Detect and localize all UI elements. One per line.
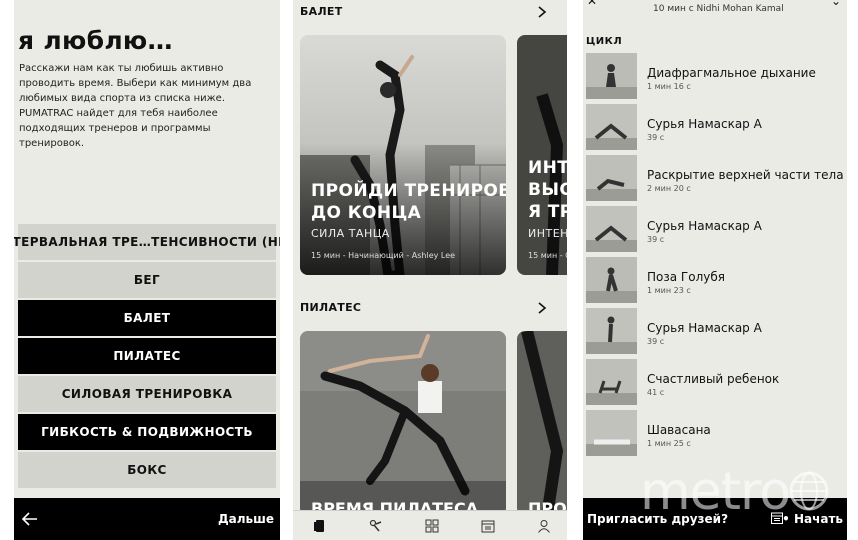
bottom-bar: Дальше [14,498,280,540]
list-item[interactable]: Сурья Намаскар А 39 с [586,308,847,359]
card-title-line: ДО КОНЦА [311,203,422,223]
exercise-thumbnail [586,104,637,150]
sport-option-hiit[interactable]: ИНТЕРВАЛЬНАЯ ТРЕ…ТЕНСИВНОСТИ (HIIT) [14,224,280,260]
section-heading: ЦИКЛ [586,36,623,47]
card-title: ИНТ ВЫС Я ТР [528,157,567,223]
pilates-photo-partial [517,331,567,516]
card-title-line: Я ТР [528,202,567,222]
card-meta: 15 мин - Начинающий - Ashley Lee [311,251,456,260]
chevron-right-icon[interactable] [537,302,547,314]
sport-option-label: ИНТЕРВАЛЬНАЯ ТРЕ…ТЕНСИВНОСТИ (HIIT) [14,235,280,249]
list-item[interactable]: Диафрагмальное дыхание 1 мин 16 с [586,53,847,104]
exercise-duration: 2 мин 20 с [647,184,691,193]
cards-icon[interactable] [313,519,327,533]
list-item[interactable]: Сурья Намаскар А 39 с [586,104,847,155]
list-item[interactable]: Сурья Намаскар А 39 с [586,206,847,257]
exercise-thumbnail [586,308,637,354]
exercise-duration: 1 мин 16 с [647,82,691,91]
exercise-name: Поза Голубя [647,270,725,284]
calendar-icon[interactable] [481,519,495,533]
screen-workout-detail: ✕ 10 мин с Nidhi Mohan Kamal ⌄ ЦИКЛ Диаф… [583,0,847,540]
exercise-name: Шавасана [647,423,711,437]
card-subtitle: ИНТЕН [528,227,567,240]
start-button[interactable]: • Начать [782,512,843,526]
list-item[interactable]: Счастливый ребенок 41 с [586,359,847,410]
workout-subtitle: 10 мин с Nidhi Mohan Kamal [653,4,784,14]
workout-card[interactable]: ВРЕМЯ ПИЛАТЕСА [300,331,506,516]
next-button[interactable]: Дальше [218,512,274,526]
exercise-duration: 1 мин 25 с [647,439,691,448]
globe-icon [789,471,829,511]
sport-option-boxing[interactable]: БОКС [18,452,276,488]
exercise-thumbnail [586,155,637,201]
sport-option-label: СИЛОВАЯ ТРЕНИРОВКА [61,387,233,401]
sport-option-label: БЕГ [133,273,161,287]
close-icon[interactable]: ✕ [587,0,597,8]
top-bar: ✕ 10 мин с Nidhi Mohan Kamal ⌄ [583,0,847,20]
profile-icon[interactable] [537,519,551,533]
sport-option-strength[interactable]: СИЛОВАЯ ТРЕНИРОВКА [18,376,276,412]
list-item[interactable]: Шавасана 1 мин 25 с [586,410,847,461]
exercise-duration: 1 мин 23 с [647,286,691,295]
workout-card[interactable]: ПРОФ [517,331,567,516]
tab-bar [293,510,567,540]
exercise-duration: 39 с [647,235,665,244]
screen-sport-selection: я люблю… Расскажи нам как ты любишь акти… [14,0,280,540]
exercise-list: Диафрагмальное дыхание 1 мин 16 с Сурья … [586,53,847,461]
sport-list: ИНТЕРВАЛЬНАЯ ТРЕ…ТЕНСИВНОСТИ (HIIT) БЕГ … [14,224,280,490]
card-title-line: ВЫС [528,180,567,200]
sport-option-label: БАЛЕТ [123,311,171,325]
pilates-jump-photo [300,331,506,516]
exercise-thumbnail [586,53,637,99]
card-meta: 15 мин - С [528,251,567,260]
metro-watermark: metro [640,462,791,522]
sport-option-label: БОКС [127,463,167,477]
chevron-right-icon[interactable] [537,6,547,18]
sport-option-label: ПИЛАТЕС [113,349,181,363]
sport-option-flexibility[interactable]: ГИБКОСТЬ & ПОДВИЖНОСТЬ [18,414,276,450]
exercise-thumbnail [586,359,637,405]
exercise-name: Диафрагмальное дыхание [647,66,816,80]
exercise-name: Сурья Намаскар А [647,321,762,335]
exercise-name: Сурья Намаскар А [647,219,762,233]
chevron-down-icon[interactable]: ⌄ [831,0,841,8]
exercise-duration: 39 с [647,133,665,142]
page-description: Расскажи нам как ты любишь активно прово… [19,63,252,149]
workout-icon[interactable] [369,519,383,533]
grid-icon[interactable] [425,519,439,533]
card-title-line: ИНТ [528,158,567,178]
card-subtitle: СИЛА ТАНЦА [311,227,390,240]
workout-card[interactable]: ПРОЙДИ ТРЕНИРОВКУ ДО КОНЦА СИЛА ТАНЦА 15… [300,35,506,275]
exercise-name: Раскрытие верхней части тела [647,168,844,182]
list-item[interactable]: Раскрытие верхней части тела 2 мин 20 с [586,155,847,206]
puma-logo-icon [144,0,160,10]
sport-option-pilates[interactable]: ПИЛАТЕС [18,338,276,374]
exercise-thumbnail [586,206,637,252]
list-item[interactable]: Поза Голубя 1 мин 23 с [586,257,847,308]
back-arrow-icon[interactable] [22,512,38,526]
exercise-duration: 39 с [647,337,665,346]
sport-option-ballet[interactable]: БАЛЕТ [18,300,276,336]
section-heading-pilates: ПИЛАТЕС [300,301,362,314]
screen-workout-catalog: БАЛЕТ ПРОЙДИ ТРЕНИРОВКУ [293,0,567,540]
exercise-duration: 41 с [647,388,665,397]
exercise-name: Счастливый ребенок [647,372,780,386]
section-heading-ballet: БАЛЕТ [300,5,343,18]
card-title-line: ПРОЙДИ ТРЕНИРОВКУ [311,181,506,201]
exercise-thumbnail [586,257,637,303]
sport-option-running[interactable]: БЕГ [18,262,276,298]
exercise-thumbnail [586,410,637,456]
page-title: я люблю… [18,26,173,55]
workout-card[interactable]: ИНТ ВЫС Я ТР ИНТЕН 15 мин - С [517,35,567,275]
sport-option-label: ГИБКОСТЬ & ПОДВИЖНОСТЬ [41,425,253,439]
card-title: ПРОЙДИ ТРЕНИРОВКУ ДО КОНЦА [311,180,506,224]
exercise-name: Сурья Намаскар А [647,117,762,131]
